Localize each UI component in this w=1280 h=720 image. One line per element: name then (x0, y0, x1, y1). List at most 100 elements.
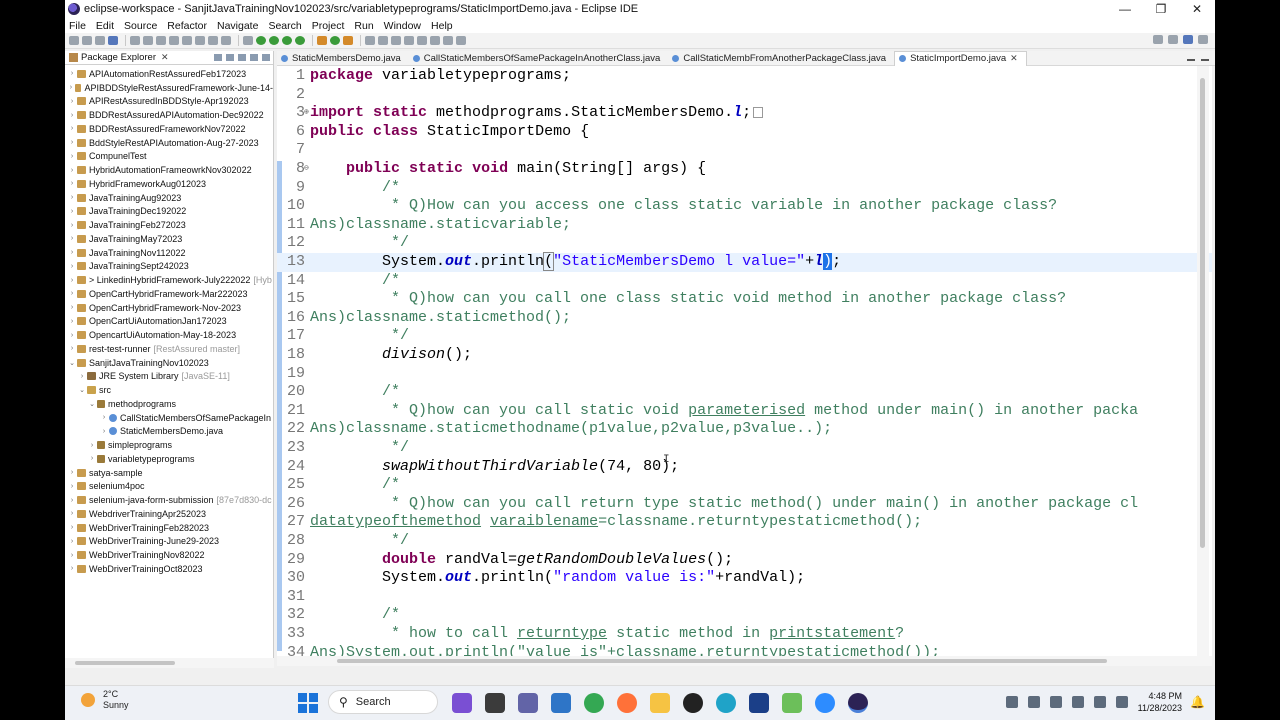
collapse-all-icon[interactable] (214, 54, 222, 61)
chevron-right-icon[interactable]: › (68, 153, 76, 160)
chevron-right-icon[interactable]: › (68, 345, 76, 352)
chevron-right-icon[interactable]: › (68, 332, 76, 339)
menu-search[interactable]: Search (268, 20, 301, 32)
debug-perspective-icon[interactable] (1198, 35, 1208, 44)
chevron-right-icon[interactable]: › (68, 84, 74, 91)
chevron-up-icon[interactable] (1005, 696, 1018, 708)
editor-vertical-scrollbar[interactable] (1197, 66, 1209, 656)
chevron-right-icon[interactable]: › (88, 455, 96, 462)
chevron-right-icon[interactable]: › (68, 125, 76, 132)
tree-item[interactable]: › WebDriverTrainingFeb282023 (65, 521, 273, 535)
minimize-button[interactable]: — (1107, 0, 1143, 18)
tree-item[interactable]: › OpenCartHybridFramework-Nov-2023 (65, 301, 273, 315)
annotation-prev-icon[interactable] (404, 36, 414, 45)
store-icon[interactable] (551, 693, 571, 713)
tree-item[interactable]: › APIRestAssuredInBDDStyle-Apr192023 (65, 95, 273, 109)
chevron-right-icon[interactable]: › (68, 497, 76, 504)
annotation-next-icon[interactable] (391, 36, 401, 45)
chevron-right-icon[interactable]: › (68, 98, 76, 105)
package-explorer-tab[interactable]: Package Explorer (81, 52, 156, 63)
microphone-icon[interactable] (1049, 696, 1062, 708)
tree-item[interactable]: › WebdriverTrainingApr252023 (65, 507, 273, 521)
terminal-icon[interactable] (108, 36, 118, 45)
minimize-editor-icon[interactable] (1187, 59, 1195, 61)
windows-start-icon[interactable] (298, 693, 318, 713)
tree-item[interactable]: › JavaTrainingSept242023 (65, 260, 273, 274)
chevron-right-icon[interactable]: › (68, 70, 76, 77)
suspend-icon[interactable] (156, 36, 166, 45)
close-icon[interactable]: ✕ (161, 52, 169, 63)
skip-breakpoints-icon[interactable] (130, 36, 140, 45)
chevron-right-icon[interactable]: › (68, 510, 76, 517)
maximize-editor-icon[interactable] (1201, 59, 1209, 61)
view-menu-icon[interactable] (238, 54, 246, 61)
debug-settings-icon[interactable] (243, 36, 253, 45)
tree-item[interactable]: › APIAutomationRestAssuredFeb172023 (65, 67, 273, 81)
volume-icon[interactable] (1093, 696, 1106, 708)
new-java-project-icon[interactable] (317, 36, 327, 45)
coverage-icon[interactable] (282, 36, 292, 45)
menu-refactor[interactable]: Refactor (167, 20, 207, 32)
tree-item[interactable]: › WebDriverTrainingNov82022 (65, 548, 273, 562)
chevron-right-icon[interactable]: › (68, 208, 76, 215)
tree-item[interactable]: ⌄ src (65, 383, 273, 397)
tree-item[interactable]: › satya-sample (65, 466, 273, 480)
chevron-right-icon[interactable]: › (68, 249, 76, 256)
new-package-icon[interactable] (343, 36, 353, 45)
last-edit-icon[interactable] (417, 36, 427, 45)
new-java-class-icon[interactable] (330, 36, 340, 45)
chevron-right-icon[interactable]: › (68, 565, 76, 572)
chevron-right-icon[interactable]: › (68, 180, 76, 187)
tree-item[interactable]: › CallStaticMembersOfSamePackageIn (65, 411, 273, 425)
chevron-right-icon[interactable]: › (68, 263, 76, 270)
tree-item[interactable]: › StaticMembersDemo.java (65, 425, 273, 439)
folded-imports-icon[interactable] (753, 106, 764, 118)
tree-item[interactable]: › > LinkedinHybridFramework-July222022 [Hy… (65, 273, 273, 287)
firefox-icon[interactable] (617, 693, 637, 713)
fold-toggle-icon[interactable]: ⊖ (304, 160, 309, 179)
tab-call-static-memb-another-package[interactable]: CallStaticMembFromAnotherPackageClass.ja… (668, 51, 894, 66)
menu-help[interactable]: Help (431, 20, 453, 32)
chevron-right-icon[interactable]: › (78, 373, 86, 380)
tree-item[interactable]: › selenium-java-form-submission [87e7d830-… (65, 493, 273, 507)
tree-item[interactable]: › CompunelTest (65, 150, 273, 164)
tree-item[interactable]: › selenium4poc (65, 480, 273, 494)
code-editor[interactable]: 1 package variabletypeprograms; 2 3 ⊕ impor… (277, 66, 1212, 656)
scroll-thumb[interactable] (75, 661, 175, 665)
forward-icon[interactable] (443, 36, 453, 45)
battery-icon[interactable] (1115, 696, 1128, 708)
chevron-right-icon[interactable]: › (68, 290, 76, 297)
wifi-icon[interactable] (1071, 696, 1084, 708)
scroll-thumb[interactable] (1200, 78, 1205, 548)
external-tools-icon[interactable] (295, 36, 305, 45)
search-toolbar-icon[interactable] (378, 36, 388, 45)
close-button[interactable]: ✕ (1179, 0, 1215, 18)
menu-edit[interactable]: Edit (96, 20, 114, 32)
eclipse-taskbar-icon[interactable] (848, 693, 868, 713)
task-view-icon[interactable] (485, 693, 505, 713)
chevron-right-icon[interactable]: › (68, 277, 76, 284)
chevron-right-icon[interactable]: › (100, 414, 108, 421)
tree-item[interactable]: › JavaTrainingMay72023 (65, 232, 273, 246)
copilot-icon[interactable] (452, 693, 472, 713)
save-all-icon[interactable] (95, 36, 105, 45)
editor-horizontal-scrollbar[interactable] (277, 656, 1212, 666)
menu-project[interactable]: Project (312, 20, 345, 32)
run-icon[interactable] (269, 36, 279, 45)
search-icon[interactable] (1153, 35, 1163, 44)
chevron-right-icon[interactable]: › (68, 139, 76, 146)
tree-item[interactable]: › OpenCartUiAutomationJan172023 (65, 315, 273, 329)
pin-editor-icon[interactable] (456, 36, 466, 45)
terminate-icon[interactable] (169, 36, 179, 45)
chevron-right-icon[interactable]: › (68, 167, 76, 174)
weather-widget[interactable]: 2°C Sunny (81, 689, 129, 711)
tree-item[interactable]: ⌄ SanjitJavaTrainingNov102023 (65, 356, 273, 370)
step-over-icon[interactable] (208, 36, 218, 45)
tree-item[interactable]: ⌄ methodprograms (65, 397, 273, 411)
save-icon[interactable] (82, 36, 92, 45)
tree-item[interactable]: › BDDRestAssuredFrameworkNov72022 (65, 122, 273, 136)
tree-item[interactable]: › JavaTrainingDec192022 (65, 205, 273, 219)
minimize-view-icon[interactable] (250, 54, 258, 61)
tree-item[interactable]: › HybridAutomationFrameowrkNov302022 (65, 163, 273, 177)
tree-item[interactable]: › rest-test-runner [RestAssured master] (65, 342, 273, 356)
